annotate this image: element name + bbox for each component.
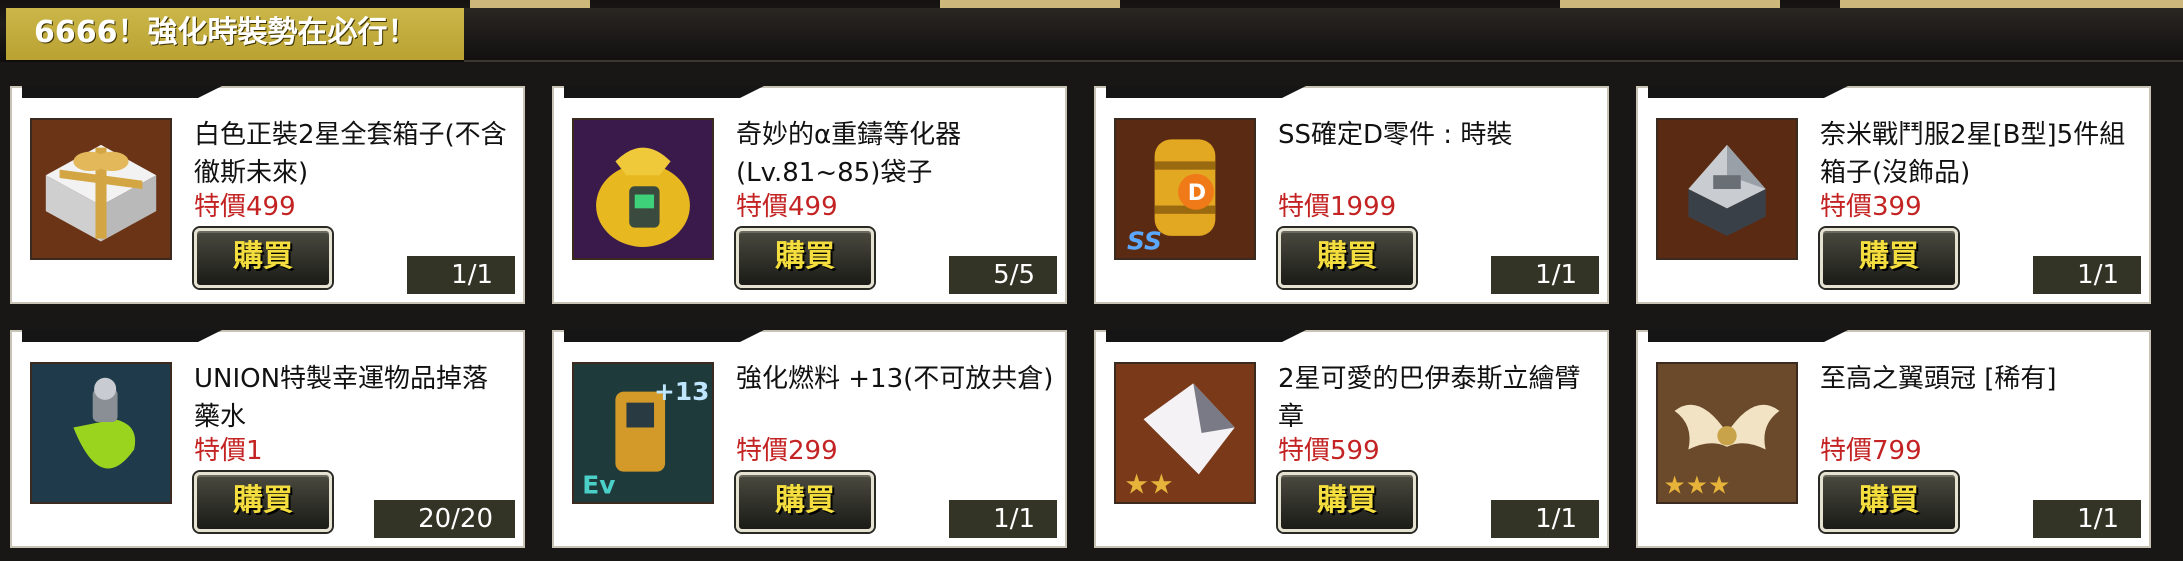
- buy-button[interactable]: 購買: [1278, 472, 1416, 532]
- shop-item-card: UNION特製幸運物品掉落藥水 特價1 購買 20/20: [10, 330, 525, 548]
- item-name: UNION特製幸運物品掉落藥水: [194, 364, 489, 432]
- item-name: 強化燃料 +13(不可放共倉): [736, 364, 1054, 394]
- buy-button[interactable]: 購買: [736, 228, 874, 288]
- shop-item-card: D SS SS確定D零件 : 時裝 特價1999 購買 1/1: [1094, 86, 1609, 304]
- buy-button[interactable]: 購買: [1278, 228, 1416, 288]
- green-potion-icon: [30, 362, 172, 504]
- buy-button[interactable]: 購買: [194, 228, 332, 288]
- title-bar: [464, 8, 2183, 62]
- purchase-limit: 20/20: [374, 500, 515, 538]
- svg-text:★★: ★★: [1124, 468, 1173, 501]
- item-price: 特價1: [194, 436, 263, 466]
- wing-crown-icon: ★★★: [1656, 362, 1798, 504]
- purchase-limit: 1/1: [1491, 500, 1599, 538]
- shop-item-card: 奈米戰鬥服2星[B型]5件組箱子(沒飾品) 特價399 購買 1/1: [1636, 86, 2151, 304]
- shop-item-card: 白色正裝2星全套箱子(不含徹斯未來) 特價499 購買 1/1: [10, 86, 525, 304]
- fuel-can-icon: +13 Ev: [572, 362, 714, 504]
- purchase-limit: 1/1: [2033, 500, 2141, 538]
- shop-item-card: ★★ 2星可愛的巴伊泰斯立繪臂章 特價599 購買 1/1: [1094, 330, 1609, 548]
- purchase-limit: 5/5: [949, 256, 1057, 294]
- svg-text:D: D: [1188, 181, 1206, 206]
- banner-title: 6666！強化時裝勢在必行！: [34, 15, 418, 50]
- item-name: SS確定D零件 : 時裝: [1278, 120, 1513, 150]
- armband-icon: ★★: [1114, 362, 1256, 504]
- shop-item-card: ★★★ 至高之翼頭冠 [稀有] 特價799 購買 1/1: [1636, 330, 2151, 548]
- purchase-limit: 1/1: [407, 256, 515, 294]
- item-name: 奇妙的α重鑄等化器(Lv.81~85)袋子: [736, 120, 962, 188]
- buy-button[interactable]: 購買: [194, 472, 332, 532]
- purchase-limit: 1/1: [2033, 256, 2141, 294]
- ss-d-part-canister-icon: D SS: [1114, 118, 1256, 260]
- item-price: 特價399: [1820, 192, 1922, 222]
- svg-text:Ev: Ev: [582, 471, 615, 500]
- shop-item-card: +13 Ev 強化燃料 +13(不可放共倉) 特價299 購買 1/1: [552, 330, 1067, 548]
- gold-pouch-icon: [572, 118, 714, 260]
- item-name: 2星可愛的巴伊泰斯立繪臂章: [1278, 364, 1581, 432]
- item-grid: 白色正裝2星全套箱子(不含徹斯未來) 特價499 購買 1/1 奇妙的α重鑄等化…: [0, 62, 2183, 561]
- svg-text:★★★: ★★★: [1664, 471, 1731, 500]
- svg-text:SS: SS: [1127, 227, 1162, 256]
- item-price: 特價499: [736, 192, 838, 222]
- promo-banner: 6666！強化時裝勢在必行！: [6, 8, 464, 60]
- item-name: 奈米戰鬥服2星[B型]5件組箱子(沒飾品): [1820, 120, 2126, 188]
- metal-crate-icon: [1656, 118, 1798, 260]
- item-price: 特價499: [194, 192, 296, 222]
- item-price: 特價599: [1278, 436, 1380, 466]
- buy-button[interactable]: 購買: [736, 472, 874, 532]
- gift-box-icon: [30, 118, 172, 260]
- purchase-limit: 1/1: [1491, 256, 1599, 294]
- item-price: 特價799: [1820, 436, 1922, 466]
- buy-button[interactable]: 購買: [1820, 228, 1958, 288]
- item-price: 特價299: [736, 436, 838, 466]
- buy-button[interactable]: 購買: [1820, 472, 1958, 532]
- item-name: 至高之翼頭冠 [稀有]: [1820, 364, 2057, 394]
- purchase-limit: 1/1: [949, 500, 1057, 538]
- svg-text:+13: +13: [654, 377, 709, 406]
- shop-item-card: 奇妙的α重鑄等化器(Lv.81~85)袋子 特價499 購買 5/5: [552, 86, 1067, 304]
- item-name: 白色正裝2星全套箱子(不含徹斯未來): [194, 120, 507, 188]
- item-price: 特價1999: [1278, 192, 1397, 222]
